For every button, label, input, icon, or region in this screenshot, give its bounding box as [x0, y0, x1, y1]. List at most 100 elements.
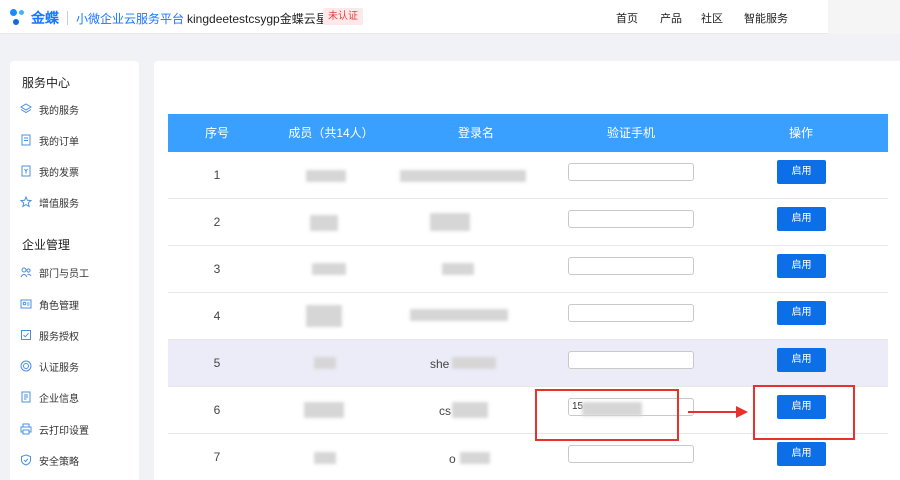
section-title-service-center: 服务中心 [22, 76, 71, 90]
row-number: 6 [213, 403, 221, 417]
login-name-redacted [410, 309, 508, 321]
sidebar-item-cloud-print[interactable]: 云打印设置 [20, 420, 89, 438]
column-header-action: 操作 [788, 126, 813, 140]
shield-icon [20, 454, 32, 466]
printer-icon [20, 423, 32, 435]
logo-subtitle: 小微企业云服务平台 [76, 11, 185, 26]
table-header: 序号 成员（共14人） 登录名 验证手机 操作 [168, 114, 888, 152]
nav-community[interactable]: 社区 [701, 10, 723, 26]
table-row: 3 启用 [168, 246, 888, 293]
logo-divider [67, 11, 68, 25]
nav-products[interactable]: 产品 [660, 10, 682, 26]
row-number: 7 [213, 450, 221, 464]
enable-button[interactable]: 启用 [777, 301, 826, 325]
annotation-arrow-icon [688, 406, 748, 418]
member-name-redacted [304, 402, 344, 418]
star-icon [20, 196, 32, 208]
sidebar: 服务中心 我的服务 我的订单 我的发票 增值服务 企业管理 部门与员工 角色管理… [10, 61, 139, 480]
checkbox-icon [20, 329, 32, 341]
column-header-member: 成员（共14人） [288, 126, 374, 140]
sidebar-item-label: 部门与员工 [39, 268, 89, 280]
row-number: 1 [213, 168, 221, 182]
column-header-login: 登录名 [457, 126, 494, 140]
login-name-redacted [460, 452, 490, 464]
member-name-redacted [312, 263, 346, 275]
enable-button[interactable]: 启用 [777, 160, 826, 184]
order-icon [20, 134, 32, 146]
enable-button[interactable]: 启用 [777, 254, 826, 278]
column-header-no: 序号 [204, 126, 229, 140]
nav-home[interactable]: 首页 [616, 10, 638, 26]
phone-input[interactable] [568, 210, 694, 228]
member-name-redacted [310, 215, 338, 231]
logo-icon [10, 9, 28, 27]
sidebar-item-my-services[interactable]: 我的服务 [20, 100, 79, 118]
sidebar-item-departments[interactable]: 部门与员工 [20, 263, 89, 281]
sidebar-item-authorization[interactable]: 服务授权 [20, 326, 79, 344]
table-row: 4 启用 [168, 293, 888, 340]
sidebar-item-value-added[interactable]: 增值服务 [20, 193, 79, 211]
login-name-redacted [442, 263, 474, 275]
sidebar-item-label: 增值服务 [39, 198, 79, 210]
member-name-redacted [306, 305, 342, 327]
phone-input[interactable] [568, 163, 694, 181]
row-number: 3 [213, 262, 221, 276]
login-name-prefix: o [449, 452, 456, 466]
phone-input[interactable] [568, 351, 694, 369]
brand-logo[interactable]: 金蝶 小微企业云服务平台 [10, 8, 184, 28]
sidebar-item-security-policy[interactable]: 安全策略 [20, 451, 79, 469]
target-icon [20, 360, 32, 372]
row-number: 5 [213, 356, 221, 370]
sidebar-item-roles[interactable]: 角色管理 [20, 295, 79, 313]
sidebar-item-label: 企业信息 [39, 393, 79, 405]
member-name-redacted [314, 452, 336, 464]
sidebar-item-my-invoices[interactable]: 我的发票 [20, 162, 79, 180]
login-name-prefix: cs [439, 404, 451, 418]
company-name: kingdeetestcsygp金蝶云星辰 [187, 12, 340, 26]
sidebar-item-label: 角色管理 [39, 300, 79, 312]
row-number: 2 [213, 215, 221, 229]
sidebar-item-label: 认证服务 [39, 362, 79, 374]
sidebar-item-label: 我的服务 [39, 105, 79, 117]
sidebar-item-certification[interactable]: 认证服务 [20, 357, 79, 375]
section-title-enterprise: 企业管理 [22, 238, 71, 252]
phone-input[interactable] [568, 257, 694, 275]
top-bar: 金蝶 小微企业云服务平台 kingdeetestcsygp金蝶云星辰 未认证 首… [0, 0, 900, 34]
invoice-icon [20, 165, 32, 177]
sidebar-item-my-orders[interactable]: 我的订单 [20, 131, 79, 149]
sidebar-item-label: 我的发票 [39, 167, 79, 179]
phone-input[interactable] [568, 445, 694, 463]
sidebar-item-label: 我的订单 [39, 136, 79, 148]
login-name-redacted [430, 213, 470, 231]
people-icon [20, 266, 32, 278]
user-area[interactable] [828, 0, 900, 34]
table-row: 5 she 启用 [168, 340, 888, 387]
member-name-redacted [306, 170, 346, 182]
cert-status-badge[interactable]: 未认证 [323, 8, 363, 25]
role-icon [20, 298, 32, 310]
login-name-prefix: she [430, 357, 450, 371]
table-row: 7 o 启用 [168, 434, 888, 480]
login-name-redacted [452, 402, 488, 418]
member-name-redacted [314, 357, 336, 369]
login-name-redacted [452, 357, 496, 369]
enable-button[interactable]: 启用 [777, 348, 826, 372]
annotation-box-phone [535, 389, 679, 441]
sidebar-item-label: 服务授权 [39, 331, 79, 343]
layers-icon [20, 103, 32, 115]
column-header-phone: 验证手机 [606, 126, 655, 140]
nav-smart-service[interactable]: 智能服务 [744, 10, 788, 26]
login-name-redacted [400, 170, 526, 182]
sidebar-item-enterprise-info[interactable]: 企业信息 [20, 388, 79, 406]
enable-button[interactable]: 启用 [777, 442, 826, 466]
phone-input[interactable] [568, 304, 694, 322]
sidebar-item-label: 云打印设置 [39, 425, 89, 437]
table-row: 1 启用 [168, 152, 888, 199]
annotation-box-button [753, 385, 855, 440]
document-icon [20, 391, 32, 403]
enable-button[interactable]: 启用 [777, 207, 826, 231]
sidebar-item-label: 安全策略 [39, 456, 79, 468]
row-number: 4 [213, 309, 221, 323]
logo-name: 金蝶 [31, 10, 59, 26]
table-row: 2 启用 [168, 199, 888, 246]
